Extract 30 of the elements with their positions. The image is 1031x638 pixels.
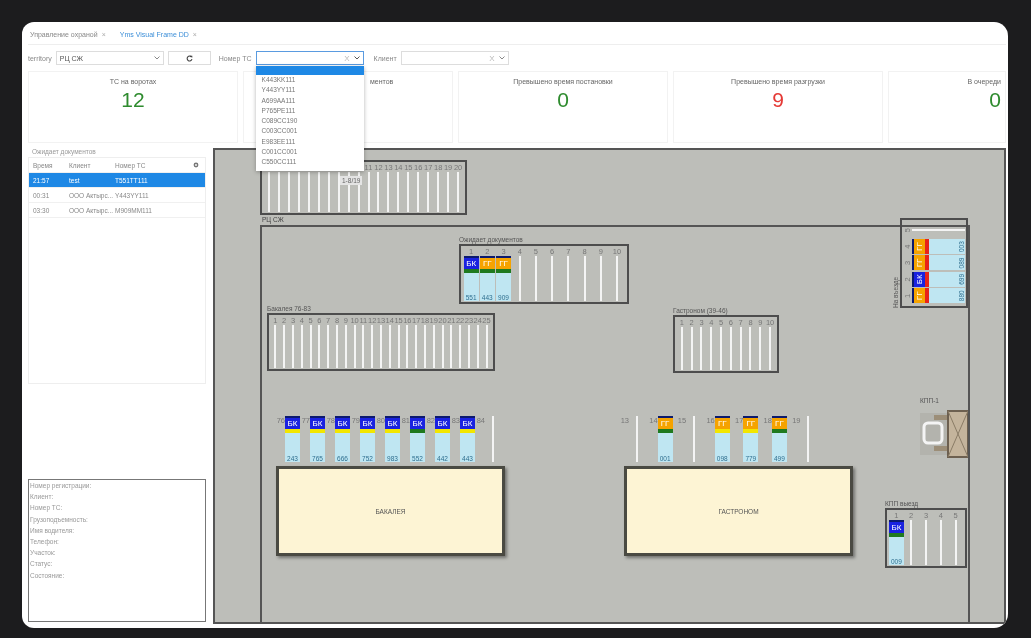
truck-badge: БК — [463, 258, 479, 269]
truck-badge: БК — [889, 522, 904, 533]
truck-badge: ГГ — [657, 418, 673, 429]
refresh-button[interactable] — [167, 51, 211, 65]
truck-badge: БК — [385, 418, 400, 429]
truck-badge: БК — [335, 418, 350, 429]
stat-value: 0 — [989, 88, 1001, 112]
truck-badge: ГГ — [479, 258, 495, 269]
settings-icon[interactable] — [193, 162, 199, 168]
truck-badge: БК — [914, 271, 925, 287]
truck-badge: ГГ — [714, 418, 730, 429]
refresh-icon — [185, 54, 193, 62]
caret-icon — [353, 56, 360, 60]
truck-badge: ГГ — [914, 288, 925, 304]
caret-icon — [153, 56, 160, 60]
truck-badge: БК — [410, 418, 425, 429]
truck-badge: БК — [435, 418, 450, 429]
truck-badge: ГГ — [914, 255, 925, 271]
caret-icon — [498, 56, 505, 60]
truck-badge: ГГ — [914, 239, 925, 255]
truck-badge: БК — [360, 418, 375, 429]
truck-badge: ГГ — [771, 418, 787, 429]
truck-badge: БК — [285, 418, 300, 429]
truck-badge: ГГ — [496, 258, 511, 269]
truck-badge: БК — [460, 418, 475, 429]
truck-badge: БК — [310, 418, 325, 429]
stat-value: 0 — [557, 88, 569, 112]
truck-badge: ГГ — [743, 418, 759, 429]
stat-value: 12 — [121, 88, 145, 112]
stat-value: 9 — [772, 88, 784, 112]
